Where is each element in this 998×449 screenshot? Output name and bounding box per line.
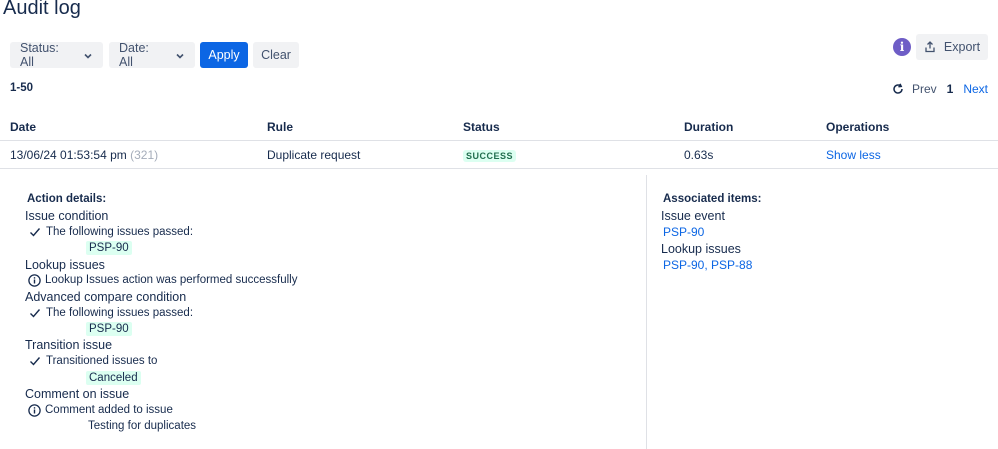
action-message: Lookup Issues action was performed succe… (27, 273, 297, 287)
column-header-operations: Operations (826, 120, 890, 134)
date-filter-dropdown[interactable]: Date: All (109, 41, 195, 69)
comment-text: Testing for duplicates (88, 420, 197, 432)
clear-button[interactable]: Clear (253, 42, 299, 68)
issue-links[interactable]: PSP-90, PSP-88 (663, 258, 752, 272)
check-icon (28, 306, 42, 320)
export-button[interactable]: Export (916, 34, 988, 60)
pagination: Prev 1 Next (892, 82, 988, 96)
row-rule: Duplicate request (267, 148, 361, 162)
next-page-button[interactable]: Next (963, 82, 988, 96)
row-date-cell: 13/06/24 01:53:54 pm (321) (10, 148, 158, 162)
action-message: The following issues passed: (28, 306, 193, 320)
row-divider (0, 168, 998, 169)
action-message: Comment added to issue (27, 403, 173, 417)
associated-title: Lookup issues (661, 242, 741, 256)
header-divider (0, 140, 998, 141)
action-title: Lookup issues (25, 258, 105, 272)
current-page: 1 (946, 82, 954, 96)
issue-tag: PSP-90 (86, 322, 132, 336)
row-duration: 0.63s (684, 148, 714, 162)
audit-log-page: Audit log Status: All Date: All Apply Cl… (0, 0, 998, 449)
action-title: Transition issue (25, 338, 113, 352)
issue-tag: PSP-90 (86, 241, 132, 255)
date-filter-label: Date: All (119, 41, 149, 69)
show-less-link[interactable]: Show less (826, 148, 881, 162)
action-message: The following issues passed: (28, 225, 193, 239)
column-header-rule: Rule (267, 120, 294, 134)
info-icon[interactable]: i (893, 38, 911, 56)
check-icon (28, 354, 42, 368)
row-item-count: (321) (130, 148, 159, 162)
column-header-date: Date (10, 120, 37, 134)
refresh-icon[interactable] (892, 83, 904, 95)
details-divider (646, 175, 647, 449)
apply-button[interactable]: Apply (200, 42, 248, 68)
prev-page-button[interactable]: Prev (912, 82, 937, 96)
status-badge: SUCCESS (463, 150, 517, 162)
action-title: Issue condition (25, 209, 109, 223)
status-filter-dropdown[interactable]: Status: All (10, 41, 103, 69)
action-message-text: The following issues passed: (46, 307, 194, 319)
status-tag: Canceled (86, 371, 141, 385)
export-icon (925, 41, 935, 53)
info-circle-icon (27, 273, 41, 287)
info-circle-icon (27, 403, 41, 417)
status-filter-label: Status: All (20, 41, 59, 69)
action-message-text: Transitioned issues to (46, 355, 158, 367)
page-title: Audit log (3, 0, 81, 19)
associated-items-header: Associated items: (663, 193, 762, 205)
action-details-header: Action details: (27, 193, 107, 205)
export-label: Export (943, 40, 981, 54)
associated-title: Issue event (661, 209, 725, 223)
action-title: Comment on issue (25, 387, 130, 401)
row-date: 13/06/24 01:53:54 pm (10, 148, 127, 162)
action-message-text: The following issues passed: (46, 226, 194, 238)
action-message: Transitioned issues to (28, 354, 157, 368)
check-icon (28, 225, 42, 239)
results-range: 1-50 (10, 82, 34, 94)
chevron-down-icon (83, 50, 93, 60)
chevron-down-icon (175, 50, 185, 60)
action-message-text: Comment added to issue (45, 404, 173, 416)
column-header-duration: Duration (684, 120, 734, 134)
issue-link[interactable]: PSP-90 (663, 225, 704, 239)
action-title: Advanced compare condition (25, 290, 187, 304)
column-header-status: Status (463, 120, 500, 134)
action-message-text: Lookup Issues action was performed succe… (45, 274, 298, 286)
